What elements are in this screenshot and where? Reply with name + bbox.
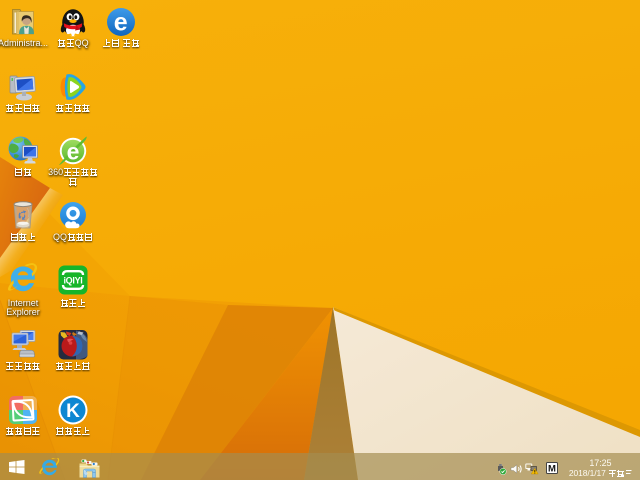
svg-text:iQIYI: iQIYI: [63, 275, 82, 285]
svg-text:K: K: [66, 401, 80, 422]
svg-text:e: e: [67, 139, 80, 165]
svg-text:M: M: [548, 464, 556, 475]
svg-text:e: e: [114, 9, 128, 37]
